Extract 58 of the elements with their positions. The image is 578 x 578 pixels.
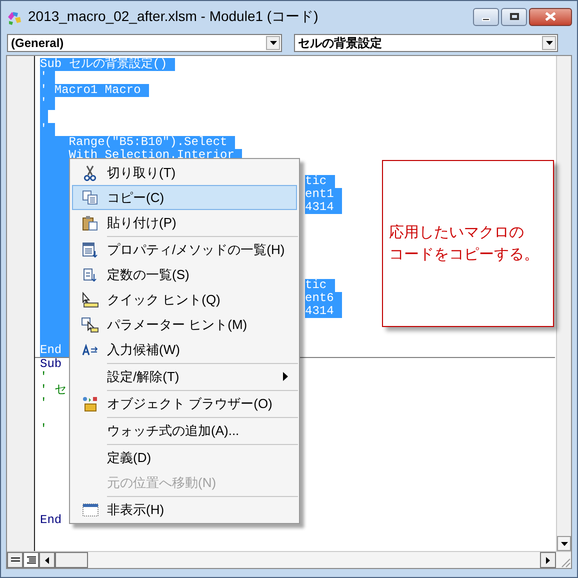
two-lines-icon xyxy=(10,556,20,564)
procedure-view-button[interactable] xyxy=(7,552,23,568)
code-line: ' xyxy=(40,423,48,436)
down-arrow-icon xyxy=(560,542,568,546)
maximize-button[interactable] xyxy=(501,8,527,26)
scroll-down-button[interactable] xyxy=(557,536,571,551)
submenu-arrow-icon xyxy=(283,372,288,381)
menu-item[interactable]: 入力候補(W) xyxy=(72,337,297,362)
menu-item[interactable]: 設定/解除(T) xyxy=(72,364,297,389)
copy-icon xyxy=(82,190,98,205)
code-text: 4314 xyxy=(305,305,342,318)
dropdown-value: セルの背景設定 xyxy=(297,35,383,52)
scrollbar-thumb[interactable] xyxy=(55,552,88,568)
code-text: tic xyxy=(305,279,335,292)
full-module-view-button[interactable] xyxy=(23,552,39,568)
close-icon xyxy=(545,12,556,21)
code-line: End xyxy=(40,514,62,527)
code-line: ' xyxy=(40,371,48,384)
menu-item[interactable]: 貼り付け(P) xyxy=(72,210,297,235)
menu-item[interactable]: 切り取り(T) xyxy=(72,160,297,185)
code-line: Sub xyxy=(40,358,62,371)
code-text: ent6 xyxy=(305,292,342,305)
menu-item[interactable]: 定数の一覧(S) xyxy=(72,262,297,287)
menu-item[interactable]: パラメーター ヒント(M) xyxy=(72,312,297,337)
right-arrow-icon xyxy=(546,556,550,564)
code-text: tic xyxy=(305,175,335,188)
menu-item[interactable]: オブジェクト ブラウザー(O) xyxy=(72,391,297,416)
code-text: ent1 xyxy=(305,188,342,201)
vertical-scrollbar[interactable] xyxy=(556,56,571,551)
minimize-button[interactable] xyxy=(473,8,499,26)
lines-icon xyxy=(26,556,36,564)
menu-item[interactable]: 非表示(H) xyxy=(72,497,297,522)
menu-item[interactable]: プロパティ/メソッドの一覧(H) xyxy=(72,237,297,262)
list-arrow-icon xyxy=(83,268,97,282)
menu-item[interactable]: クイック ヒント(Q) xyxy=(72,287,297,312)
pointer-tooltip-icon xyxy=(81,292,99,308)
dropdown-value: (General) xyxy=(10,35,65,52)
left-arrow-icon xyxy=(45,556,49,564)
menu-item[interactable]: 定義(D) xyxy=(72,445,297,470)
code-text: 4314 xyxy=(305,201,342,214)
code-line: ' セ xyxy=(40,384,66,397)
procedure-dropdown[interactable]: セルの背景設定 xyxy=(294,34,558,52)
list-arrow-icon xyxy=(82,242,98,258)
text-arrow-icon xyxy=(82,344,98,356)
code-line: ' xyxy=(40,397,48,410)
window-icon xyxy=(82,502,98,516)
menu-item[interactable]: ウォッチ式の追加(A)... xyxy=(72,418,297,443)
pointer-tooltip-icon xyxy=(81,316,99,332)
scissors-icon xyxy=(83,164,97,180)
box-icon xyxy=(81,396,99,412)
object-dropdown[interactable]: (General) xyxy=(7,34,282,52)
clipboard-icon xyxy=(82,214,98,230)
window-title: 2013_macro_02_after.xlsm - Module1 (コード) xyxy=(28,7,318,26)
callout-text: 応用したいマクロの コードをコピーする。 xyxy=(389,222,539,264)
close-button[interactable] xyxy=(529,8,572,26)
scroll-left-button[interactable] xyxy=(39,552,55,568)
menu-item[interactable]: コピー(C) xyxy=(72,185,297,210)
scroll-right-button[interactable] xyxy=(540,552,556,568)
